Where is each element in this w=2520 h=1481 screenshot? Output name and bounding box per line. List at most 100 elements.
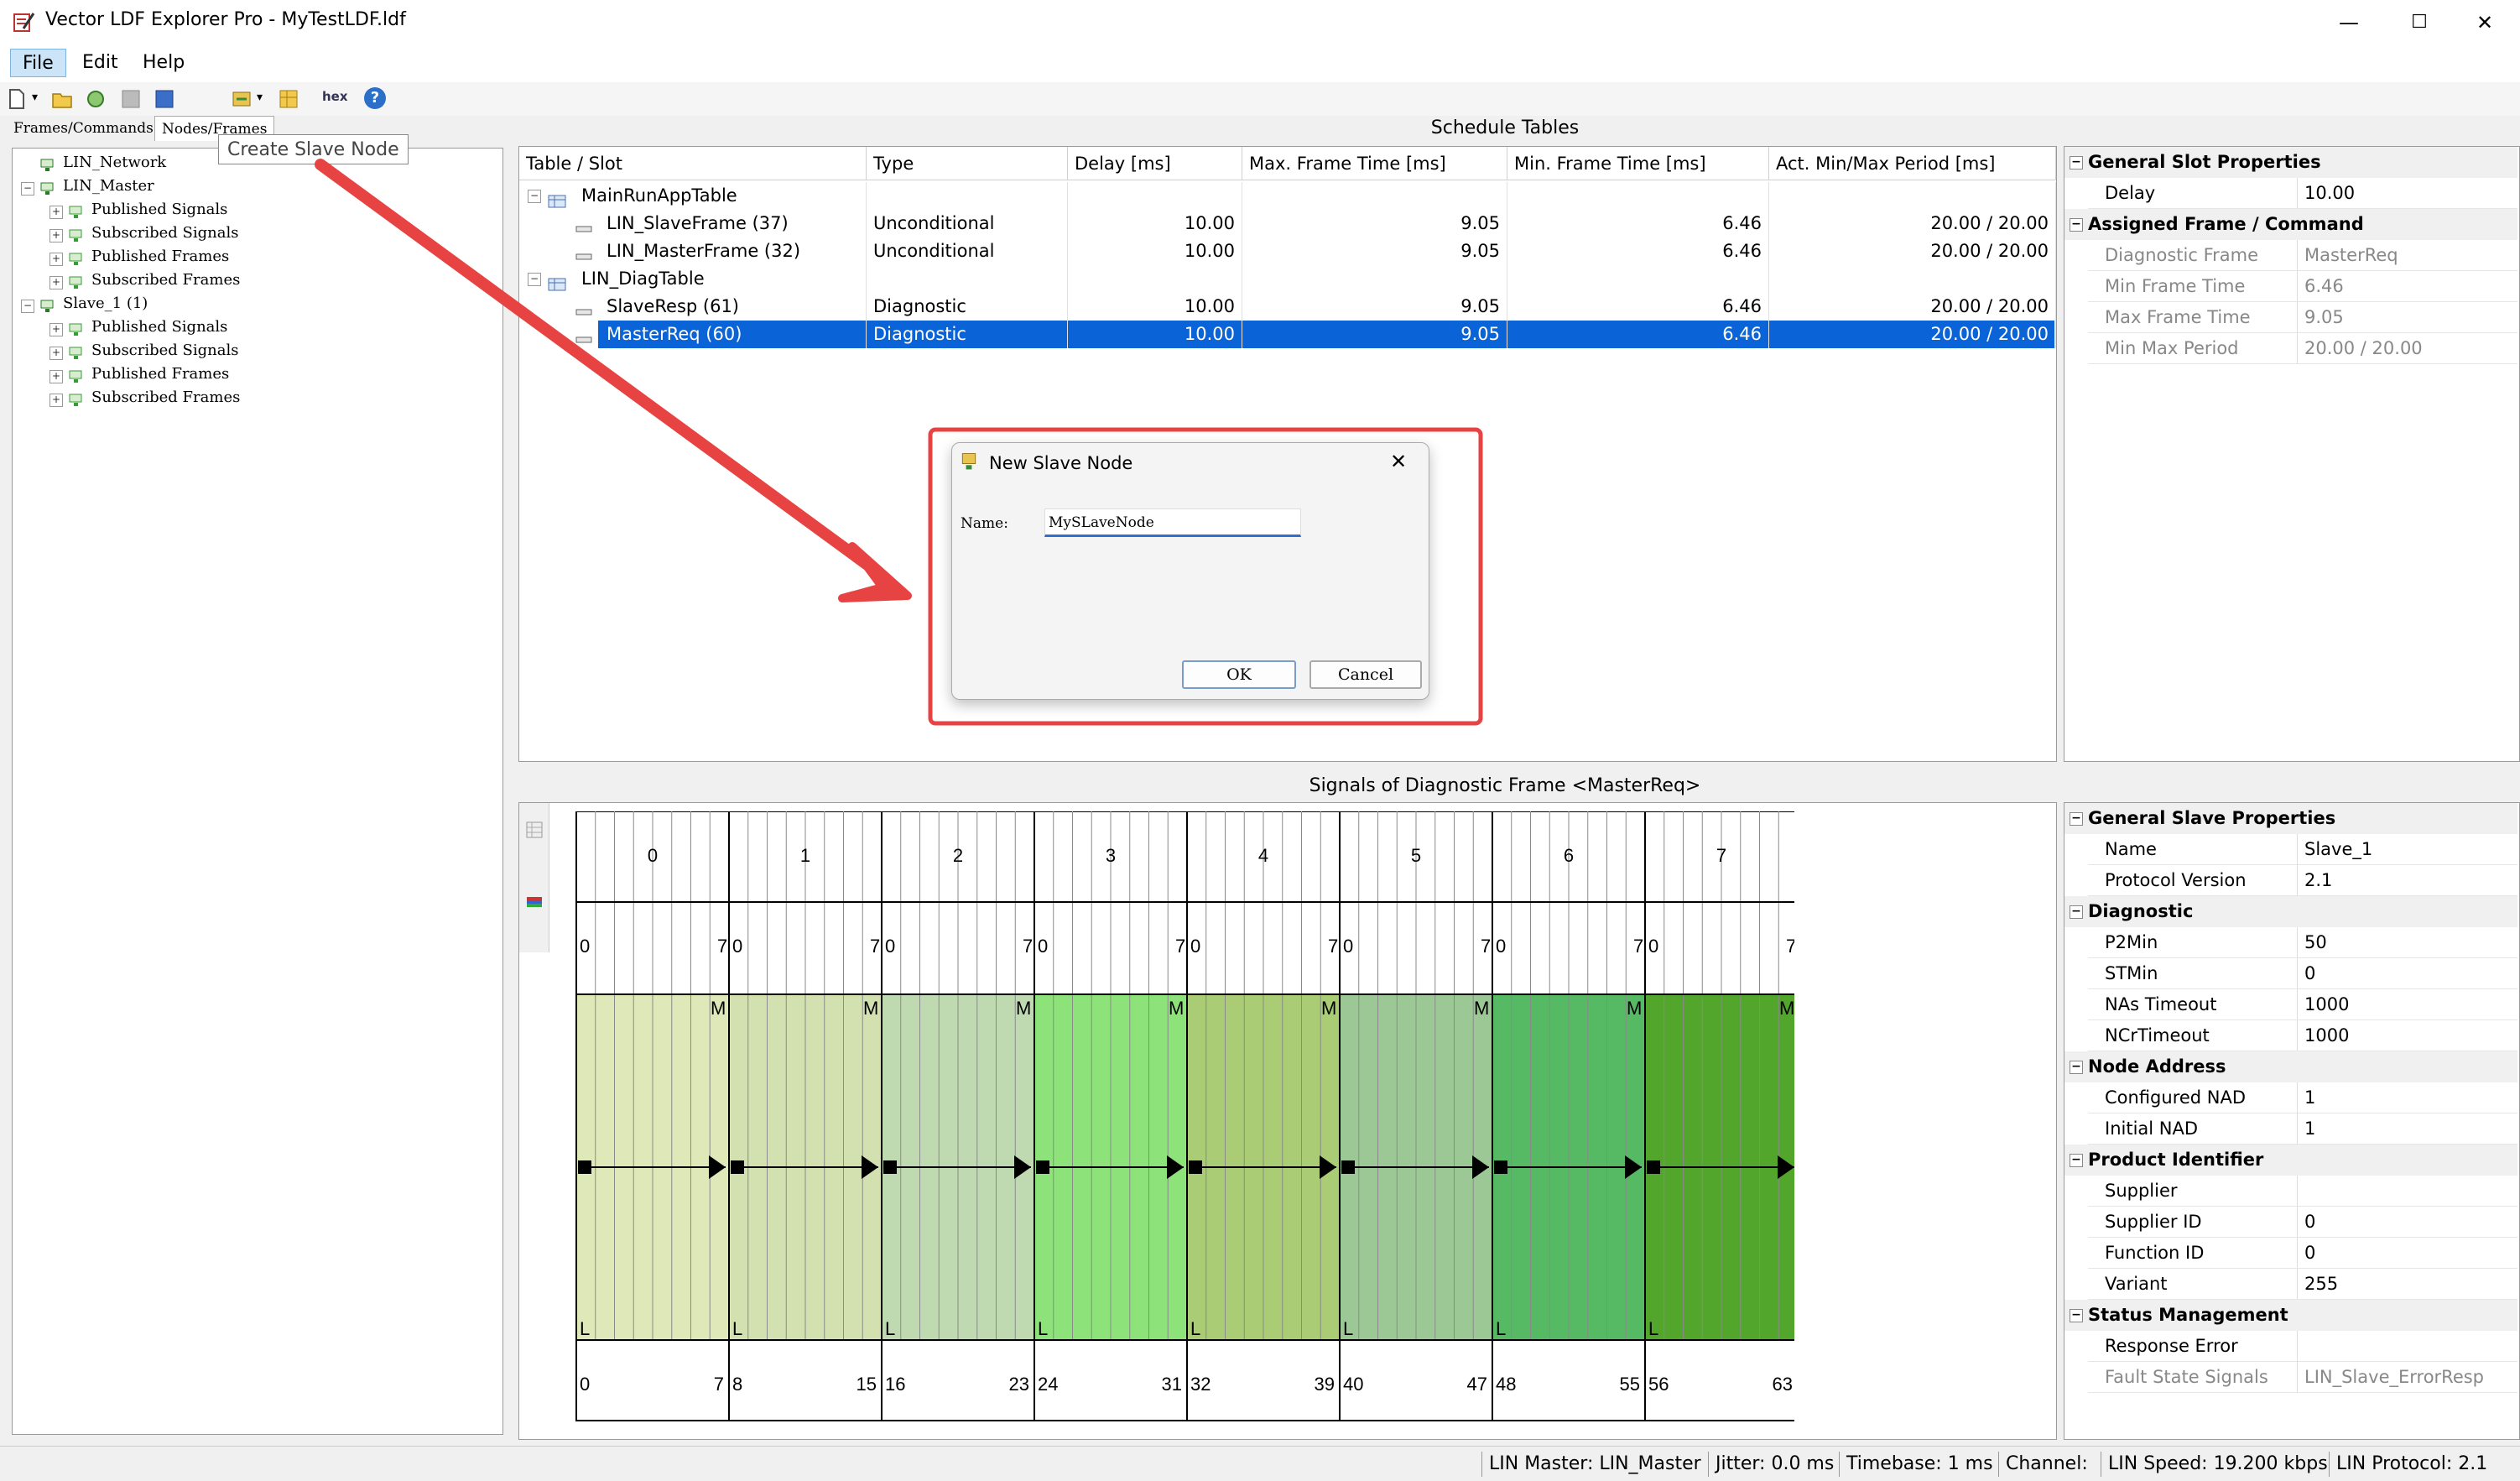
tree-item[interactable]: Subscribed Frames — [91, 271, 240, 289]
property-row[interactable]: Configured NAD 1 — [2064, 1082, 2517, 1113]
expand-toggle[interactable]: + — [49, 394, 63, 407]
tree-item[interactable]: LIN_Network — [63, 154, 166, 171]
property-row[interactable]: Supplier — [2064, 1176, 2517, 1207]
property-value[interactable]: 1000 — [2298, 989, 2517, 1020]
collapse-icon[interactable]: − — [2070, 1061, 2083, 1074]
expand-toggle[interactable]: + — [49, 206, 63, 219]
schedule-slot-row[interactable]: MasterReq (60) Diagnostic 10.00 9.05 6.46 20.… — [519, 321, 2056, 348]
collapse-icon[interactable]: − — [2070, 905, 2083, 919]
tree-item[interactable]: Published Frames — [91, 365, 229, 383]
color-view-icon[interactable] — [526, 894, 543, 910]
property-row[interactable]: Diagnostic Frame MasterReq — [2064, 240, 2517, 271]
maximize-button[interactable]: ☐ — [2384, 0, 2455, 45]
property-row[interactable]: Variant 255 — [2064, 1269, 2517, 1300]
property-row[interactable]: NCrTimeout 1000 — [2064, 1020, 2517, 1051]
column-header[interactable]: Act. Min/Max Period [ms] — [1769, 147, 2056, 180]
property-value[interactable]: 0 — [2298, 958, 2517, 989]
dialog-close-button[interactable]: ✕ — [1390, 450, 1407, 473]
collapse-icon[interactable]: − — [2070, 812, 2083, 826]
property-value[interactable]: 255 — [2298, 1269, 2517, 1300]
tree-item[interactable]: Published Signals — [91, 318, 227, 336]
help-icon[interactable]: ? — [364, 87, 386, 109]
new-file-icon[interactable] — [5, 87, 29, 111]
category-header[interactable]: − Status Management — [2064, 1300, 2517, 1331]
schedule-table-row[interactable]: LIN_DiagTable − — [519, 265, 2056, 293]
schedule-slot-row[interactable]: LIN_SlaveFrame (37) Unconditional 10.00 9.0… — [519, 210, 2056, 237]
menu-edit[interactable]: Edit — [70, 49, 130, 77]
column-header[interactable]: Table / Slot — [519, 147, 867, 180]
property-row[interactable]: STMin 0 — [2064, 958, 2517, 989]
property-value[interactable]: 2.1 — [2298, 865, 2517, 896]
collapse-toggle[interactable]: − — [21, 300, 34, 313]
property-row[interactable]: Response Error Signal — [2064, 1331, 2517, 1387]
property-value[interactable]: 1 — [2298, 1113, 2517, 1145]
minimize-button[interactable]: — — [2314, 0, 2384, 45]
property-row[interactable]: P2Min 50 — [2064, 927, 2517, 958]
category-header[interactable]: − Assigned Frame / Command — [2064, 209, 2517, 240]
property-row[interactable]: NAs Timeout 1000 — [2064, 989, 2517, 1020]
tree-item[interactable]: Subscribed Signals — [91, 224, 238, 242]
refresh-icon[interactable] — [84, 87, 107, 111]
chevron-down-icon[interactable]: ▾ — [257, 91, 263, 104]
expand-toggle[interactable]: + — [49, 323, 63, 336]
property-row[interactable]: Min Frame Time 6.46 — [2064, 271, 2517, 302]
property-value[interactable] — [2298, 1331, 2517, 1362]
property-row[interactable]: Function ID 0 — [2064, 1238, 2517, 1269]
tree-item[interactable]: Slave_1 (1) — [63, 295, 148, 312]
category-header[interactable]: − General Slave Properties — [2064, 803, 2517, 834]
schedule-table-icon[interactable] — [277, 87, 300, 111]
name-input[interactable]: MySLaveNode — [1044, 508, 1301, 537]
add-frame-icon[interactable] — [230, 87, 253, 111]
property-value[interactable]: 0 — [2298, 1238, 2517, 1269]
tree-item[interactable]: Published Frames — [91, 248, 229, 265]
tab-frames-commands[interactable]: Frames/Commands — [7, 116, 160, 141]
category-header[interactable]: − Diagnostic — [2064, 896, 2517, 927]
collapse-toggle[interactable]: − — [528, 190, 541, 203]
grid-view-icon[interactable] — [526, 821, 543, 838]
property-value[interactable]: Slave_1 — [2298, 834, 2517, 865]
expand-toggle[interactable]: + — [49, 347, 63, 360]
property-row[interactable]: Min Max Period 20.00 / 20.00 — [2064, 333, 2517, 364]
collapse-toggle[interactable]: − — [21, 182, 34, 196]
close-button[interactable]: ✕ — [2450, 0, 2520, 45]
column-header[interactable]: Min. Frame Time [ms] — [1507, 147, 1769, 180]
property-row[interactable]: Supplier ID 0 — [2064, 1207, 2517, 1238]
property-row[interactable]: Protocol Version 2.1 — [2064, 865, 2517, 896]
property-value[interactable]: 0 — [2298, 1207, 2517, 1238]
tree-item[interactable]: LIN_Master — [63, 177, 154, 195]
collapse-icon[interactable]: − — [2070, 1309, 2083, 1322]
expand-toggle[interactable]: + — [49, 276, 63, 289]
property-row[interactable]: Name Slave_1 — [2064, 834, 2517, 865]
collapse-toggle[interactable]: − — [528, 273, 541, 286]
tree-item[interactable]: Subscribed Signals — [91, 342, 238, 359]
column-header[interactable]: Max. Frame Time [ms] — [1242, 147, 1507, 180]
expand-toggle[interactable]: + — [49, 370, 63, 383]
collapse-icon[interactable]: − — [2070, 218, 2083, 232]
schedule-slot-row[interactable]: SlaveResp (61) Diagnostic 10.00 9.05 6.46 20.… — [519, 293, 2056, 321]
hex-toggle[interactable]: hex — [322, 89, 348, 104]
expand-toggle[interactable]: + — [49, 229, 63, 242]
property-value[interactable]: 1000 — [2298, 1020, 2517, 1051]
save-as-icon[interactable] — [153, 87, 176, 111]
collapse-icon[interactable]: − — [2070, 156, 2083, 169]
property-value[interactable] — [2298, 1176, 2517, 1207]
property-row[interactable]: Fault State Signals LIN_Slave_ErrorResp — [2064, 1362, 2517, 1393]
property-row[interactable]: Max Frame Time 9.05 — [2064, 302, 2517, 333]
column-header[interactable]: Type — [867, 147, 1068, 180]
save-icon[interactable] — [119, 87, 143, 111]
category-header[interactable]: − General Slot Properties — [2064, 147, 2517, 178]
column-header[interactable]: Delay [ms] — [1068, 147, 1242, 180]
tree-item[interactable]: Published Signals — [91, 201, 227, 218]
tree-item[interactable]: Subscribed Frames — [91, 389, 240, 406]
collapse-icon[interactable]: − — [2070, 1154, 2083, 1167]
property-row[interactable]: Delay 10.00 — [2064, 178, 2517, 209]
menu-help[interactable]: Help — [131, 49, 196, 77]
ok-button[interactable]: OK — [1182, 660, 1296, 689]
cancel-button[interactable]: Cancel — [1309, 660, 1422, 689]
category-header[interactable]: − Node Address — [2064, 1051, 2517, 1082]
chevron-down-icon[interactable]: ▾ — [32, 91, 38, 104]
category-header[interactable]: − Product Identifier — [2064, 1145, 2517, 1176]
property-value[interactable]: 10.00 — [2298, 178, 2517, 209]
property-value[interactable]: 50 — [2298, 927, 2517, 958]
expand-toggle[interactable]: + — [49, 253, 63, 266]
